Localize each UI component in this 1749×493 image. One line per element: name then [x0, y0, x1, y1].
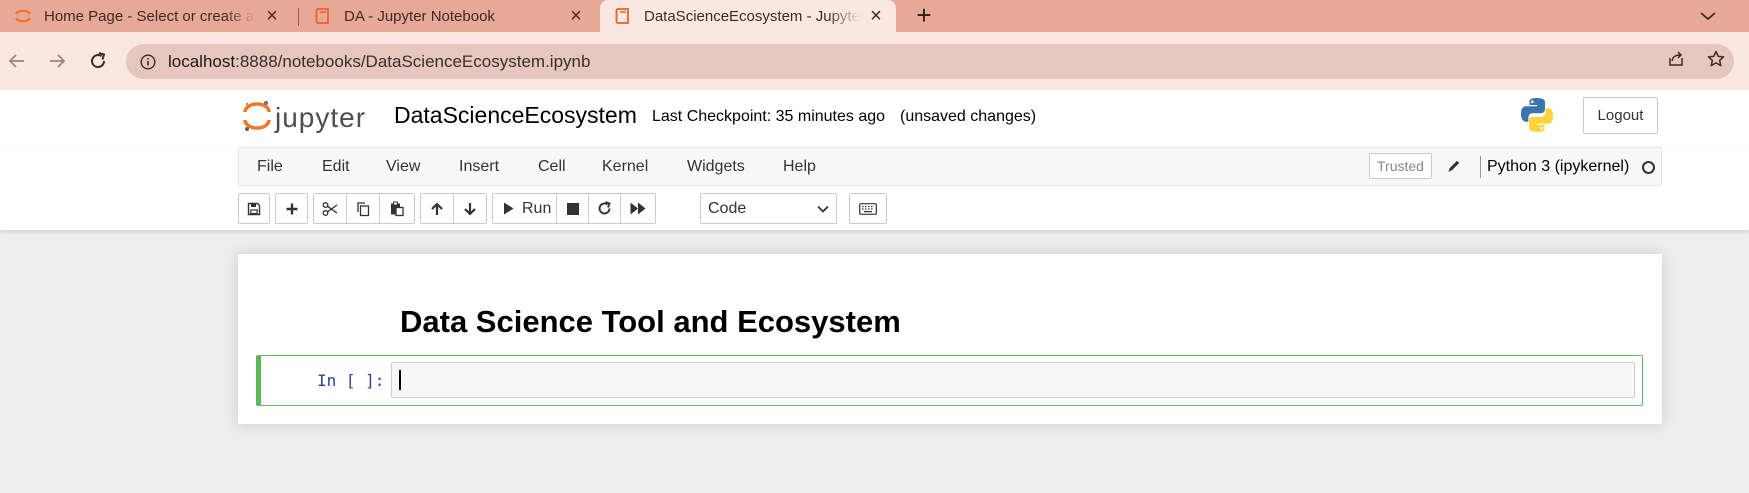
tab-da-notebook[interactable]: DA - Jupyter Notebook × [300, 0, 596, 32]
notebook-name[interactable]: DataScienceEcosystem [394, 102, 637, 129]
keyboard-icon [859, 202, 877, 215]
command-palette-button[interactable] [849, 193, 887, 224]
share-icon[interactable] [1666, 49, 1686, 74]
back-arrow-icon[interactable] [2, 46, 32, 76]
run-button[interactable]: Run [492, 193, 557, 224]
logout-button[interactable]: Logout [1583, 97, 1658, 134]
close-icon[interactable]: × [262, 6, 282, 26]
reload-icon[interactable] [83, 46, 113, 76]
save-button[interactable] [238, 193, 270, 224]
copy-icon [355, 201, 371, 217]
paste-icon [389, 201, 405, 217]
pencil-icon[interactable] [1446, 158, 1462, 174]
menu-kernel[interactable]: Kernel [602, 158, 648, 176]
close-icon[interactable]: × [566, 6, 586, 26]
chevron-down-icon[interactable] [1696, 4, 1720, 28]
insert-cell-button[interactable] [275, 193, 308, 224]
notebook-container: Data Science Tool and Ecosystem In [ ]: [238, 254, 1662, 424]
chevron-down-icon [816, 202, 830, 221]
new-tab-button[interactable]: + [910, 2, 938, 30]
input-prompt: In [ ]: [317, 371, 385, 390]
tab-home-page[interactable]: Home Page - Select or create a notebook … [0, 0, 292, 32]
paste-button[interactable] [379, 193, 415, 224]
restart-kernel-button[interactable] [588, 193, 621, 224]
notebook-book-icon [614, 7, 632, 25]
tab-title: DataScienceEcosystem - Jupyter Notebook [644, 7, 860, 25]
tab-title: Home Page - Select or create a notebook [44, 7, 256, 25]
plus-icon [285, 202, 299, 216]
copy-button[interactable] [346, 193, 380, 224]
text-cursor [399, 370, 401, 390]
checkpoint-status: Last Checkpoint: 35 minutes ago [652, 108, 886, 125]
play-icon [503, 202, 514, 215]
move-down-button[interactable] [453, 193, 487, 224]
notebook-book-icon [314, 7, 332, 25]
forward-arrow-icon[interactable] [42, 46, 72, 76]
jupyter-orbit-icon [14, 7, 32, 25]
autosave-status: (unsaved changes) [900, 108, 1037, 125]
save-icon [247, 202, 261, 216]
bookmark-star-icon[interactable] [1706, 49, 1726, 74]
restart-icon [597, 201, 612, 216]
menu-file[interactable]: File [257, 158, 283, 176]
menu-view[interactable]: View [386, 158, 420, 176]
restart-run-all-button[interactable] [620, 193, 656, 224]
code-input[interactable] [391, 362, 1635, 398]
move-up-button[interactable] [420, 193, 454, 224]
menu-help[interactable]: Help [783, 158, 816, 176]
menu-widgets[interactable]: Widgets [687, 158, 745, 176]
info-icon[interactable] [140, 53, 156, 70]
url-host: localhost [168, 51, 236, 71]
fast-forward-icon [630, 202, 646, 215]
menu-edit[interactable]: Edit [322, 158, 350, 176]
browser-tab-strip: Home Page - Select or create a notebook … [0, 0, 1749, 32]
url-path: :8888/notebooks/DataScienceEcosystem.ipy… [235, 51, 591, 71]
close-icon[interactable]: × [866, 6, 886, 26]
interrupt-kernel-button[interactable] [556, 193, 589, 224]
jupyter-logo[interactable]: jupyter [243, 98, 366, 138]
arrow-down-icon [463, 202, 477, 216]
jupyter-wordmark: jupyter [275, 102, 367, 133]
run-label: Run [522, 199, 552, 217]
menu-insert[interactable]: Insert [459, 158, 499, 176]
tab-title: DA - Jupyter Notebook [344, 7, 495, 25]
markdown-heading[interactable]: Data Science Tool and Ecosystem [400, 304, 901, 340]
kernel-divider [1480, 156, 1481, 178]
jupyter-orbit-icon [243, 98, 271, 139]
kernel-name[interactable]: Python 3 (ipykernel) [1487, 158, 1629, 176]
arrow-up-icon [430, 201, 444, 216]
kernel-idle-indicator-icon [1642, 161, 1655, 174]
cut-button[interactable] [313, 193, 347, 224]
browser-toolbar: localhost:8888/notebooks/DataScienceEcos… [0, 32, 1749, 90]
address-bar[interactable]: localhost:8888/notebooks/DataScienceEcos… [126, 44, 1734, 79]
menubar-container: File Edit View Insert Cell Kernel Widget… [0, 147, 1749, 230]
cell-type-value: Code [708, 199, 747, 217]
menubar: File Edit View Insert Cell Kernel Widget… [238, 147, 1662, 186]
stop-icon [566, 202, 579, 215]
trusted-badge[interactable]: Trusted [1369, 153, 1432, 179]
url-text: localhost:8888/notebooks/DataScienceEcos… [168, 52, 590, 72]
tab-datascienceecosystem[interactable]: DataScienceEcosystem - Jupyter Notebook … [600, 0, 896, 32]
cell-type-select[interactable]: Code [700, 193, 837, 224]
scissors-icon [322, 201, 338, 217]
python-logo-icon [1518, 96, 1556, 134]
code-cell[interactable]: In [ ]: [256, 355, 1643, 406]
jupyter-header: jupyter DataScienceEcosystem Last Checkp… [0, 90, 1749, 147]
menu-cell[interactable]: Cell [538, 158, 566, 176]
tab-separator [298, 8, 299, 26]
